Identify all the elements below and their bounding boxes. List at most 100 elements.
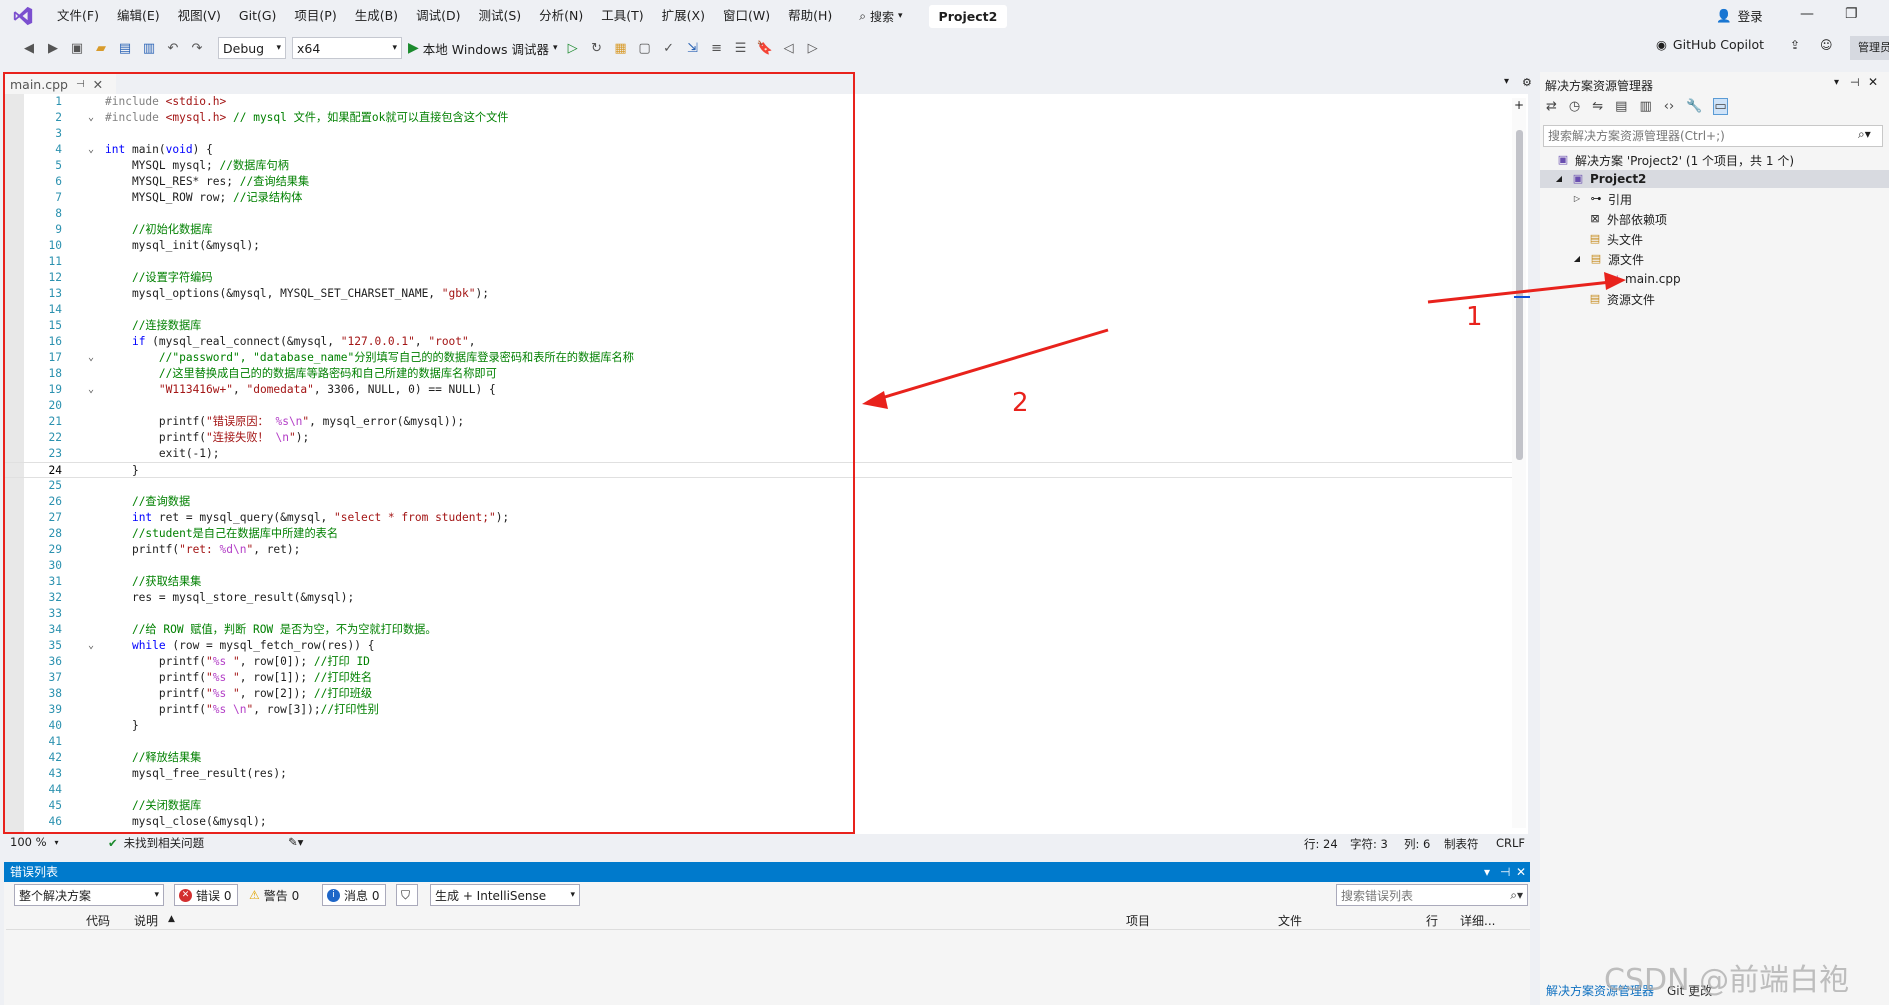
tree-external-deps[interactable]: ⊠ 外部依赖项: [1588, 210, 1667, 228]
tree-solution-root[interactable]: ▣ 解决方案 'Project2' (1 个项目，共 1 个): [1556, 151, 1794, 169]
pin-icon[interactable]: ⊣: [1500, 862, 1510, 882]
line-ending[interactable]: CRLF: [1496, 836, 1525, 850]
col-code[interactable]: 代码: [86, 912, 110, 929]
menu-item[interactable]: 文件(F): [48, 0, 108, 32]
back-icon[interactable]: ◀: [20, 39, 38, 57]
menu-item[interactable]: Git(G): [230, 0, 286, 32]
split-icon[interactable]: +: [1514, 98, 1524, 112]
scrollbar-thumb[interactable]: [1516, 130, 1523, 460]
menu-item[interactable]: 生成(B): [346, 0, 407, 32]
indent-mode[interactable]: 制表符: [1444, 836, 1479, 852]
next-bookmark-icon[interactable]: ▷: [804, 39, 822, 57]
close-icon[interactable]: ✕: [1516, 862, 1526, 882]
prev-bookmark-icon[interactable]: ◁: [780, 39, 798, 57]
new-project-icon[interactable]: ▣: [68, 39, 86, 57]
col-project[interactable]: 项目: [1126, 912, 1150, 929]
browse-icon[interactable]: ▦: [612, 39, 630, 57]
tree-main-cpp[interactable]: ++ main.cpp: [1606, 270, 1681, 288]
col-detail[interactable]: 详细...: [1460, 912, 1495, 929]
config-select[interactable]: Debug ▾: [218, 37, 286, 59]
scope-select[interactable]: 整个解决方案 ▾: [14, 884, 164, 906]
toolbar: ◀ ▶ ▣ ▰ ▤ ▥ ↶ ↷ Debug ▾ x64 ▾ ▶ 本地 Windo…: [0, 32, 1889, 64]
properties-icon[interactable]: 🔧: [1686, 99, 1702, 114]
build-filter-select[interactable]: 生成 + IntelliSense ▾: [430, 884, 580, 906]
login-button[interactable]: 👤 登录: [1716, 6, 1763, 25]
menu-items: 文件(F) 编辑(E) 视图(V) Git(G) 项目(P) 生成(B) 调试(D) 测试(S…: [48, 0, 841, 32]
collapsed-arrow-icon[interactable]: ▷: [1570, 192, 1584, 206]
error-search-input[interactable]: 搜索错误列表 ⌕▾: [1336, 884, 1528, 906]
tab-overflow-icon[interactable]: ▾: [1504, 76, 1509, 87]
collapse-all-icon[interactable]: ▤: [1615, 99, 1627, 114]
menu-item[interactable]: 视图(V): [169, 0, 230, 32]
switch-views-icon[interactable]: ⇄: [1546, 99, 1557, 114]
solution-search-input[interactable]: 搜索解决方案资源管理器(Ctrl+;): [1543, 125, 1883, 147]
platform-select[interactable]: x64 ▾: [292, 37, 402, 59]
run-debugger-button[interactable]: ▶ 本地 Windows 调试器 ▾: [408, 39, 558, 58]
menu-item[interactable]: 项目(P): [285, 0, 345, 32]
preview-icon[interactable]: ▭: [1713, 98, 1728, 115]
restore-button[interactable]: ❐: [1845, 6, 1858, 22]
menu-item[interactable]: 分析(N): [530, 0, 592, 32]
code-view-icon[interactable]: ‹›: [1664, 99, 1674, 114]
errors-filter[interactable]: ✕ 错误 0: [174, 884, 238, 906]
minimize-button[interactable]: —: [1800, 6, 1814, 22]
search-icon[interactable]: ⌕▾: [1858, 127, 1871, 142]
build-filter-value: 生成 + IntelliSense: [435, 888, 547, 903]
close-icon[interactable]: ✕: [1868, 75, 1878, 89]
filter-icon[interactable]: ⛉: [396, 884, 418, 906]
save-icon[interactable]: ▤: [116, 39, 134, 57]
col-description[interactable]: 说明: [134, 912, 158, 929]
col-file[interactable]: 文件: [1278, 912, 1302, 929]
chevron-down-icon[interactable]: ▾: [1834, 77, 1839, 88]
expanded-arrow-icon[interactable]: ◢: [1552, 172, 1566, 186]
open-folder-icon[interactable]: ▰: [92, 39, 110, 57]
tree-project[interactable]: ◢ ▣ Project2: [1552, 170, 1647, 188]
menu-item[interactable]: 调试(D): [407, 0, 469, 32]
search-icon: ⌕: [859, 8, 866, 23]
start-without-debug-icon[interactable]: ▷: [564, 39, 582, 57]
info-icon: i: [327, 888, 340, 902]
col-line[interactable]: 行: [1426, 912, 1438, 929]
tree-solution-label: 解决方案 'Project2' (1 个项目，共 1 个): [1575, 153, 1794, 168]
share-icon[interactable]: ⇪: [1790, 38, 1800, 52]
menu-item[interactable]: 窗口(W): [714, 0, 779, 32]
format-icon[interactable]: ≡: [708, 39, 726, 57]
step-icon[interactable]: ⇲: [684, 39, 702, 57]
tree-source-files[interactable]: ◢ ▤ 源文件: [1570, 250, 1644, 268]
spellcheck-icon[interactable]: ✓: [660, 39, 678, 57]
search-menu[interactable]: ⌕ 搜索 ▾: [851, 0, 910, 32]
layout-icon[interactable]: ▢: [636, 39, 654, 57]
forward-icon[interactable]: ▶: [44, 39, 62, 57]
menu-item[interactable]: 扩展(X): [653, 0, 714, 32]
tree-header-files[interactable]: ▤ 头文件: [1588, 230, 1643, 248]
tree-sources-label: 源文件: [1608, 252, 1645, 267]
brush-icon[interactable]: ✎▾: [288, 835, 303, 849]
chevron-down-icon[interactable]: ▾: [1484, 862, 1490, 882]
undo-icon[interactable]: ↶: [164, 39, 182, 57]
issues-status[interactable]: 未找到相关问题: [124, 835, 205, 851]
bookmark-icon[interactable]: 🔖: [756, 39, 774, 57]
tree-resource-files[interactable]: ▤ 资源文件: [1588, 290, 1655, 308]
menu-item[interactable]: 帮助(H): [779, 0, 841, 32]
show-all-files-icon[interactable]: ▥: [1639, 99, 1651, 114]
sync-icon[interactable]: ⇋: [1592, 99, 1603, 114]
messages-filter[interactable]: i 消息 0: [322, 884, 386, 906]
save-all-icon[interactable]: ▥: [140, 39, 158, 57]
zoom-level[interactable]: 100 %: [10, 835, 47, 849]
gear-icon[interactable]: ⚙: [1522, 76, 1532, 89]
github-copilot-button[interactable]: ◉ GitHub Copilot: [1656, 37, 1764, 52]
redo-icon[interactable]: ↷: [188, 39, 206, 57]
chevron-down-icon: ▾: [54, 837, 59, 847]
menu-item[interactable]: 工具(T): [592, 0, 652, 32]
warnings-filter[interactable]: ⚠ 警告 0: [244, 884, 310, 906]
visual-studio-logo-icon[interactable]: [12, 5, 34, 27]
expanded-arrow-icon[interactable]: ◢: [1570, 252, 1584, 266]
comment-icon[interactable]: ☰: [732, 39, 750, 57]
menu-item[interactable]: 测试(S): [469, 0, 530, 32]
pin-icon[interactable]: ⊣: [1850, 76, 1860, 89]
pending-changes-icon[interactable]: ◷: [1569, 99, 1580, 114]
feedback-icon[interactable]: ☺: [1820, 38, 1833, 52]
hot-reload-icon[interactable]: ↻: [588, 39, 606, 57]
menu-item[interactable]: 编辑(E): [108, 0, 169, 32]
tree-references[interactable]: ▷ ⊶ 引用: [1570, 190, 1632, 208]
